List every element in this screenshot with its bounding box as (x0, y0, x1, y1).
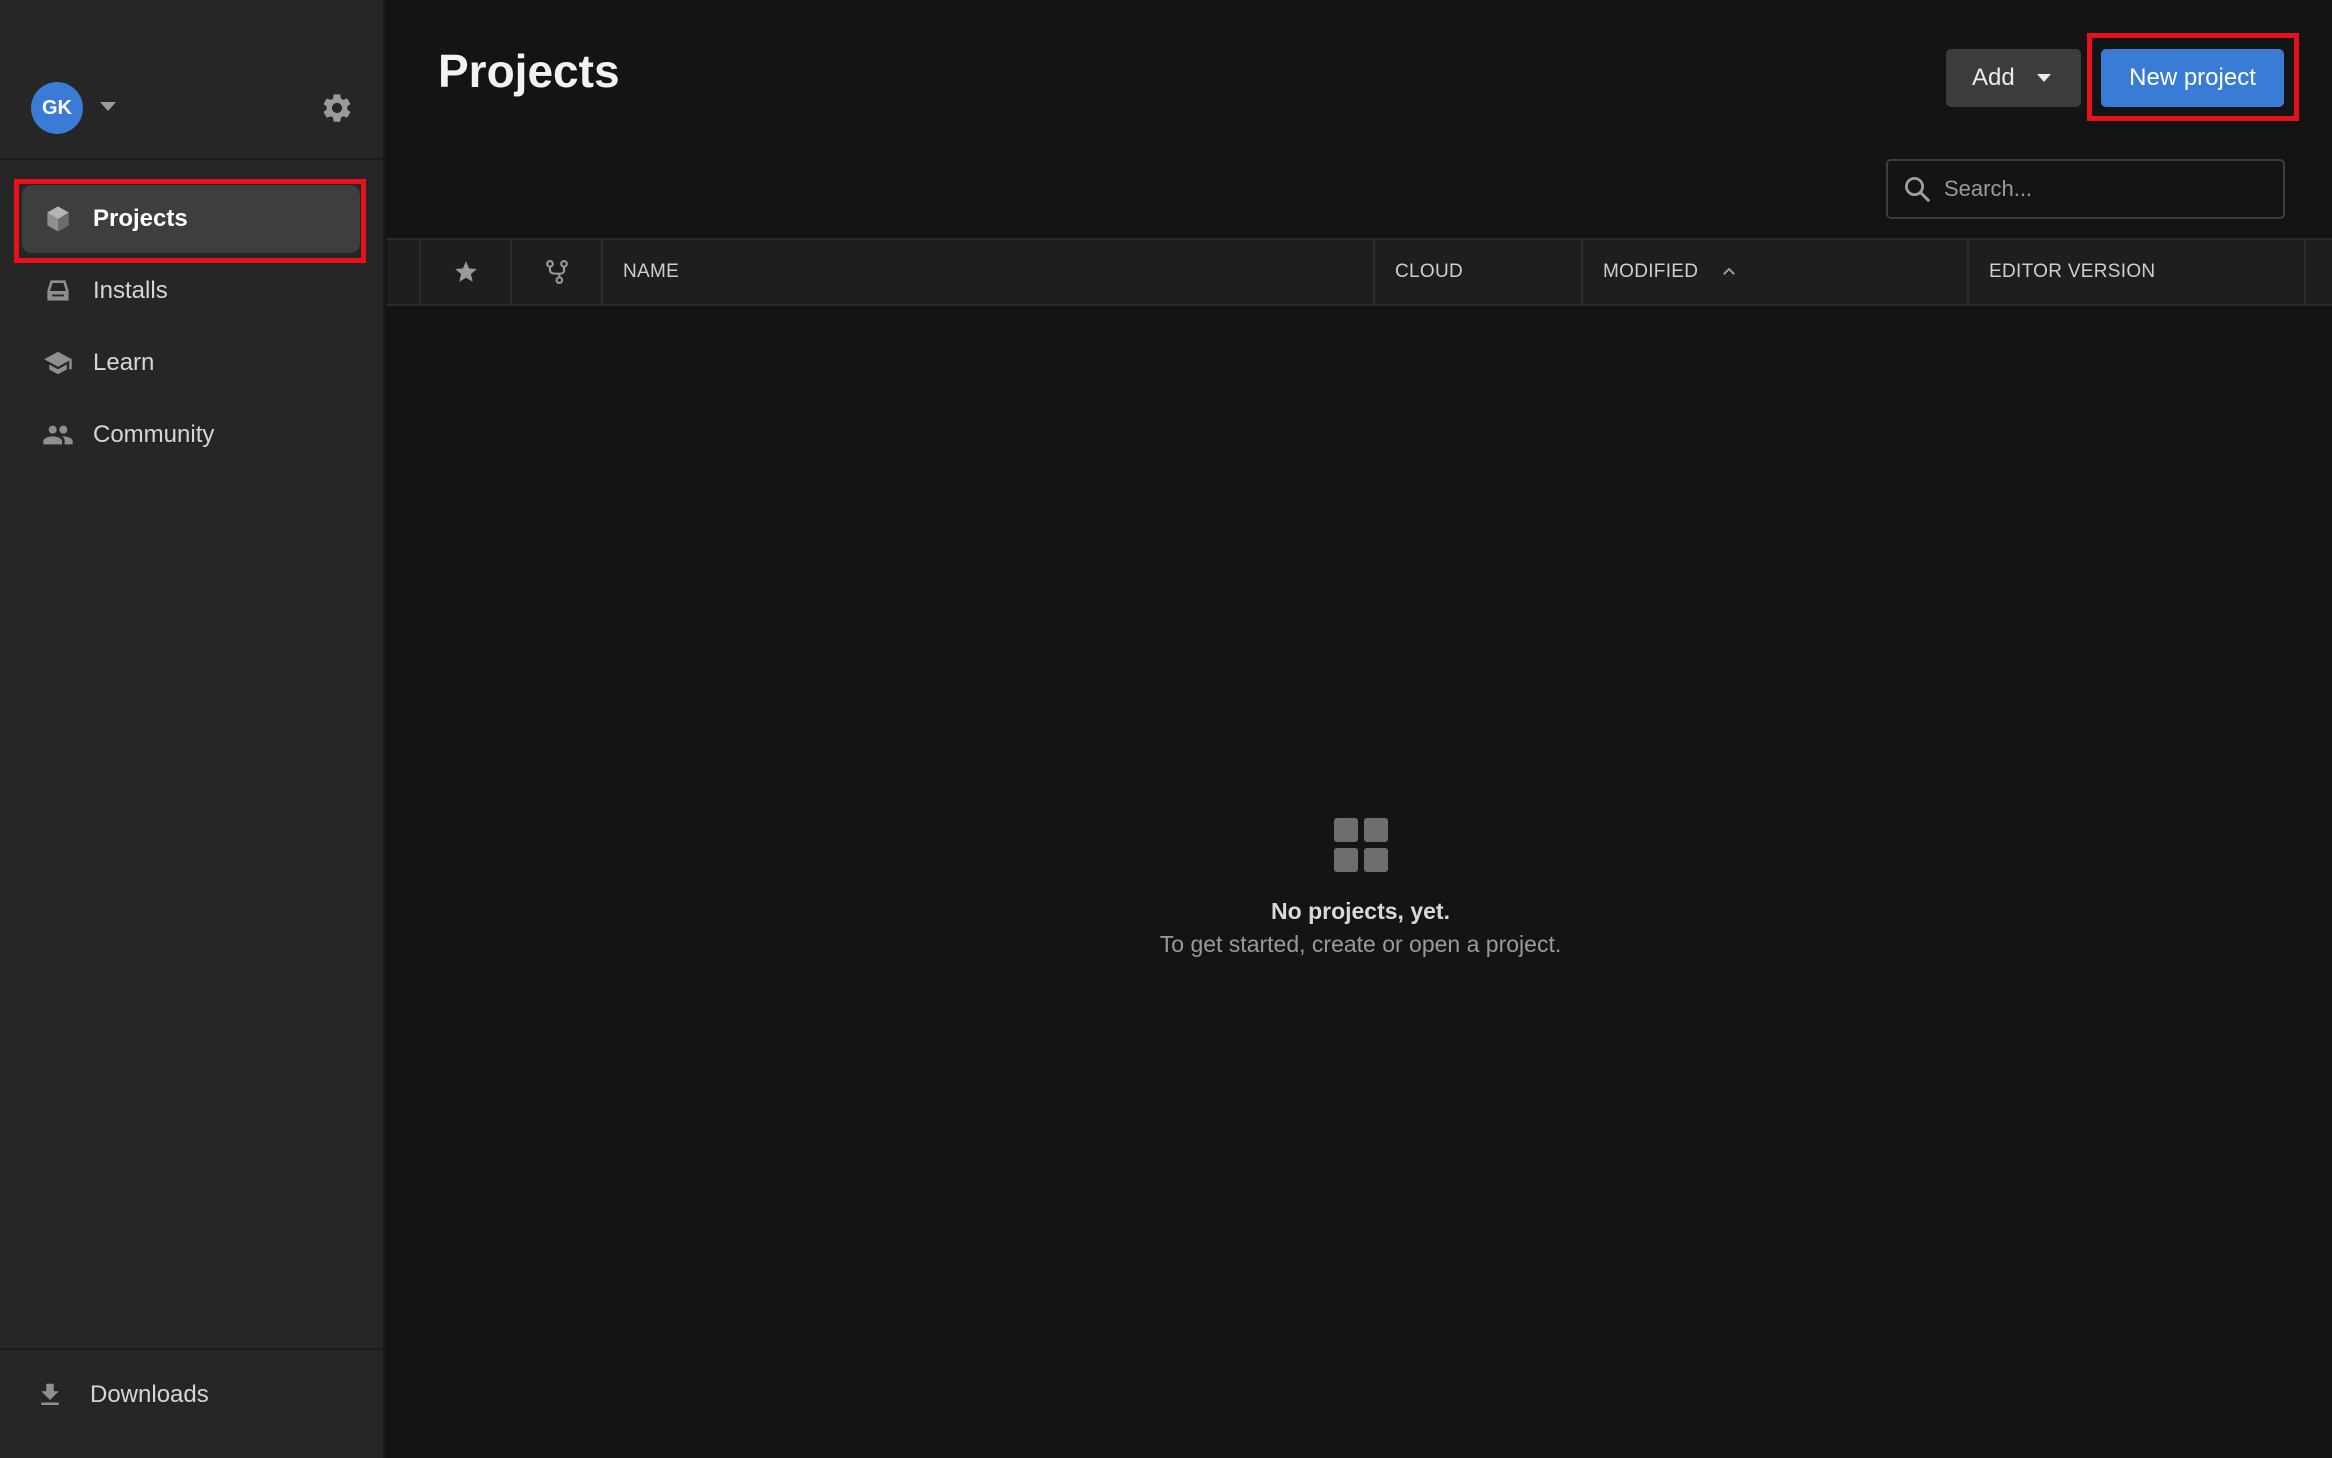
sidebar-item-projects[interactable]: Projects (22, 185, 360, 253)
favorite-column-header[interactable] (419, 240, 510, 304)
graduation-cap-icon (40, 345, 76, 381)
modified-column-label: MODIFIED (1603, 261, 1699, 282)
star-icon (454, 261, 477, 282)
sidebar: GK Projects Installs Learn Community Dow… (0, 0, 385, 1458)
add-button-label: Add (1972, 64, 2015, 91)
avatar[interactable]: GK (31, 82, 83, 134)
editor-version-column-label: EDITOR VERSION (1989, 261, 2156, 282)
drive-icon (40, 273, 76, 309)
download-icon (41, 1383, 59, 1405)
name-column-label: NAME (623, 261, 680, 282)
chevron-up-icon (1723, 267, 1736, 275)
search-box[interactable] (1886, 159, 2285, 219)
account-header: GK (0, 0, 385, 160)
modified-column-header[interactable]: MODIFIED (1581, 240, 1967, 304)
downloads-label: Downloads (90, 1381, 209, 1408)
editor-version-column-header[interactable]: EDITOR VERSION (1967, 240, 2304, 304)
table-header-end (2304, 240, 2332, 304)
people-icon (40, 417, 76, 453)
search-icon (1905, 177, 1930, 202)
cloud-column-header[interactable]: CLOUD (1373, 240, 1581, 304)
sidebar-item-label: Projects (93, 205, 188, 232)
new-project-button[interactable]: New project (2101, 49, 2284, 107)
search-input[interactable] (1944, 176, 2264, 202)
sidebar-item-installs[interactable]: Installs (22, 257, 360, 325)
downloads-button[interactable]: Downloads (35, 1380, 209, 1410)
sidebar-item-label: Community (93, 421, 215, 448)
app-window: GK Projects Installs Learn Community Dow… (0, 0, 2332, 1458)
name-column-header[interactable]: NAME (601, 240, 1373, 304)
chevron-down-icon[interactable] (100, 102, 116, 111)
empty-state-subtitle: To get started, create or open a project… (1159, 931, 1562, 957)
sidebar-item-learn[interactable]: Learn (22, 329, 360, 397)
gear-icon[interactable] (320, 91, 354, 125)
page-title: Projects (438, 45, 620, 97)
add-button[interactable]: Add (1946, 49, 2081, 107)
caret-down-icon (2036, 74, 2051, 82)
grid-icon (1334, 818, 1388, 872)
version-control-column-header[interactable] (510, 240, 601, 304)
cube-icon (40, 201, 76, 237)
sidebar-item-community[interactable]: Community (22, 401, 360, 469)
projects-table-header: NAME CLOUD MODIFIED EDITOR VERSION (387, 238, 2332, 306)
sidebar-item-label: Learn (93, 349, 155, 376)
sidebar-item-label: Installs (93, 277, 168, 304)
branch-icon (545, 259, 568, 285)
empty-state-title: No projects, yet. (1271, 898, 1450, 924)
cloud-column-label: CLOUD (1395, 261, 1464, 282)
